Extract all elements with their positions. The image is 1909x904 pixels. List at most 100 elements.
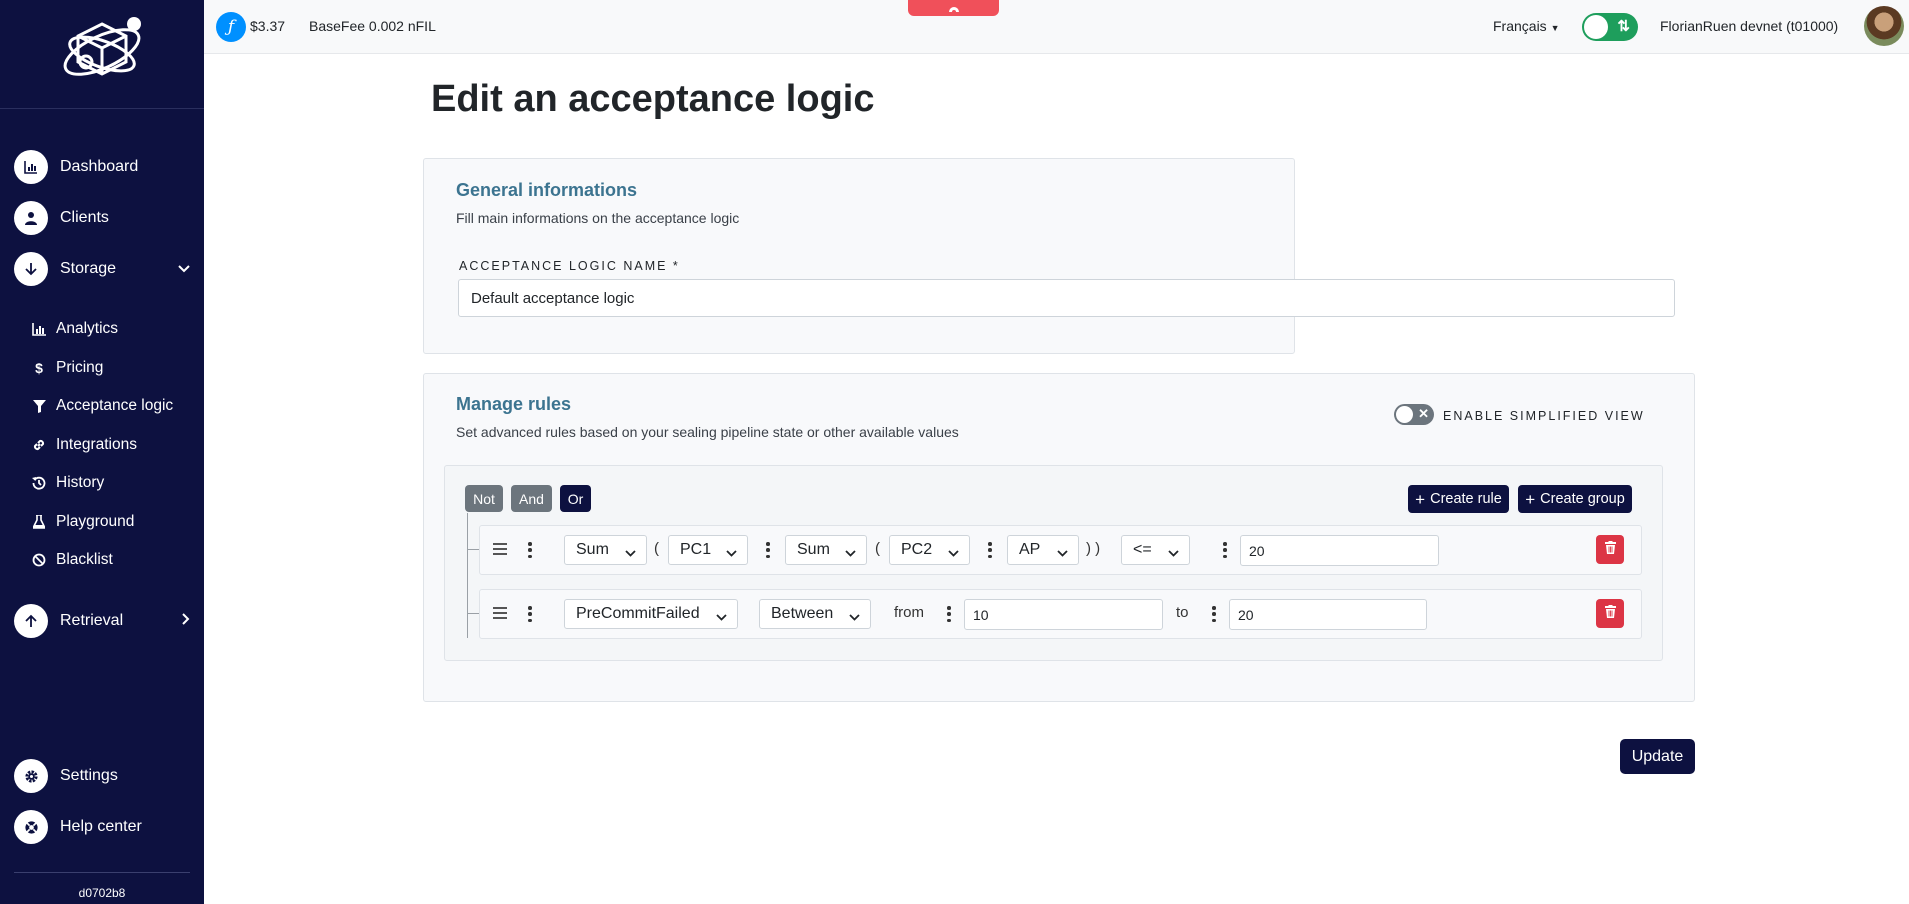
swap-arrows-icon: ⇅ (1617, 18, 1630, 35)
kebab-menu-icon[interactable] (766, 542, 770, 558)
caret-down-icon: ▼ (1550, 23, 1560, 33)
sidebar-item-label: Help center (60, 818, 142, 835)
drag-handle-icon[interactable] (493, 607, 507, 619)
to-value-input[interactable] (1229, 599, 1427, 630)
select-value: PC2 (901, 541, 933, 558)
manage-rules-card: Manage rules Set advanced rules based on… (423, 373, 1695, 702)
acceptance-logic-name-input[interactable] (458, 279, 1675, 317)
kebab-menu-icon[interactable] (988, 542, 992, 558)
select-value: Sum (797, 541, 830, 558)
arch-icon (947, 1, 961, 15)
sidebar: Dashboard Clients Storage Analytics $ Pr… (0, 0, 204, 904)
value-input[interactable] (1240, 535, 1439, 566)
update-button[interactable]: Update (1620, 739, 1695, 774)
page-title: Edit an acceptance logic (431, 78, 875, 120)
card-title: Manage rules (456, 394, 572, 414)
simplified-view-label: ENABLE SIMPLIFIED VIEW (1443, 409, 1645, 423)
chevron-down-icon (178, 260, 190, 278)
language-dropdown[interactable]: Français ▼ (1493, 18, 1560, 34)
filter-icon (32, 399, 46, 413)
sidebar-item-clients[interactable]: Clients (14, 201, 109, 235)
operator-select[interactable]: Between (759, 599, 871, 629)
sidebar-item-pricing[interactable]: $ Pricing (32, 359, 103, 377)
chevron-down-icon (849, 608, 860, 626)
function-select[interactable]: Sum (785, 535, 867, 565)
chart-icon (32, 322, 46, 336)
kebab-menu-icon[interactable] (1212, 606, 1216, 622)
kebab-menu-icon[interactable] (947, 606, 951, 622)
combinator-and-button[interactable]: And (511, 485, 552, 512)
topbar: ƒ $3.37 BaseFee 0.002 nFIL Français ▼ ⇅ … (204, 0, 1909, 54)
sidebar-item-acceptance-logic[interactable]: Acceptance logic (32, 397, 173, 415)
sidebar-item-label: Dashboard (60, 158, 139, 175)
sidebar-item-integrations[interactable]: Integrations (32, 436, 137, 454)
arrow-down-icon (14, 252, 48, 286)
network-toggle[interactable]: ⇅ (1582, 13, 1638, 41)
sidebar-divider (0, 108, 204, 109)
card-description: Set advanced rules based on your sealing… (456, 424, 959, 440)
field-select[interactable]: PC2 (889, 535, 970, 565)
history-icon (32, 476, 46, 490)
select-value: <= (1133, 541, 1152, 558)
general-informations-card: General informations Fill main informati… (423, 158, 1675, 354)
select-value: Between (771, 605, 834, 622)
simplified-view-toggle[interactable]: ✕ (1394, 404, 1434, 425)
delete-rule-button[interactable] (1596, 599, 1624, 628)
sidebar-item-label: History (56, 474, 105, 491)
create-group-button[interactable]: + Create group (1518, 485, 1632, 513)
combinator-or-button[interactable]: Or (560, 485, 591, 512)
create-rule-button[interactable]: + Create rule (1408, 485, 1509, 513)
open-paren: ( (654, 540, 659, 557)
chevron-down-icon (716, 608, 727, 626)
operator-select[interactable]: <= (1121, 535, 1190, 565)
lifebuoy-icon (14, 810, 48, 844)
delete-rule-button[interactable] (1596, 535, 1624, 564)
field-select[interactable]: AP (1007, 535, 1079, 565)
function-select[interactable]: Sum (564, 535, 647, 565)
link-icon (32, 438, 46, 452)
close-icon: ✕ (1418, 406, 1429, 421)
kebab-menu-icon[interactable] (528, 606, 532, 622)
chevron-down-icon (726, 544, 737, 562)
sidebar-item-retrieval[interactable]: Retrieval (14, 604, 190, 638)
sidebar-item-playground[interactable]: Playground (32, 513, 134, 531)
combinator-not-button[interactable]: Not (465, 485, 503, 512)
plus-icon: + (1415, 489, 1426, 509)
language-label: Français (1493, 18, 1547, 34)
gear-icon (14, 759, 48, 793)
kebab-menu-icon[interactable] (1223, 542, 1227, 558)
tree-connector (467, 613, 479, 614)
sidebar-item-blacklist[interactable]: Blacklist (32, 551, 113, 569)
sidebar-item-settings[interactable]: Settings (14, 759, 118, 793)
user-name[interactable]: FlorianRuen devnet (t01000) (1660, 18, 1838, 34)
avatar[interactable] (1864, 6, 1904, 46)
from-value-input[interactable] (964, 599, 1163, 630)
create-rule-label: Create rule (1430, 491, 1502, 507)
chevron-down-icon (1168, 544, 1179, 562)
sidebar-item-label: Acceptance logic (56, 397, 174, 414)
trash-icon (1604, 540, 1616, 559)
select-value: PreCommitFailed (576, 605, 700, 622)
sidebar-item-storage[interactable]: Storage (14, 252, 190, 286)
sidebar-item-label: Retrieval (60, 612, 124, 629)
sidebar-item-dashboard[interactable]: Dashboard (14, 150, 138, 184)
field-select[interactable]: PC1 (668, 535, 748, 565)
collapse-tab-button[interactable] (908, 0, 999, 16)
open-paren: ( (875, 540, 880, 557)
kebab-menu-icon[interactable] (528, 542, 532, 558)
sidebar-item-help-center[interactable]: Help center (14, 810, 142, 844)
toggle-knob (1584, 15, 1608, 39)
sidebar-item-history[interactable]: History (32, 474, 104, 492)
acceptance-logic-name-label: ACCEPTANCE LOGIC NAME * (459, 259, 680, 273)
flask-icon (32, 515, 46, 529)
chevron-right-icon (182, 612, 190, 630)
chevron-down-icon (625, 544, 636, 562)
drag-handle-icon[interactable] (493, 543, 507, 555)
dollar-icon: $ (35, 360, 43, 376)
sidebar-item-analytics[interactable]: Analytics (32, 320, 118, 338)
sidebar-item-label: Storage (60, 260, 117, 277)
fil-price: $3.37 (250, 18, 286, 34)
field-select[interactable]: PreCommitFailed (564, 599, 738, 629)
select-value: Sum (576, 541, 609, 558)
arrow-up-icon (14, 604, 48, 638)
